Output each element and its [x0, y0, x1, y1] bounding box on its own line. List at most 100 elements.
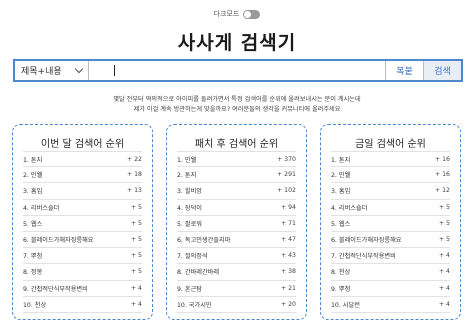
keyword-count: + 13 — [126, 187, 142, 195]
ranking-row[interactable]: 1. 톤지 + 22 — [23, 151, 142, 168]
keyword-label: 4. 장덕이 — [177, 204, 202, 212]
ranking-row[interactable]: 2. 민웰 + 16 — [331, 167, 450, 184]
keyword-count: + 94 — [280, 203, 296, 211]
keyword-count: + 21 — [280, 284, 296, 292]
search-input[interactable] — [89, 61, 385, 80]
keyword-label: 3. 힐비앙 — [177, 188, 202, 196]
keyword-count: + 5 — [438, 236, 450, 244]
ranking-row[interactable]: 6. 독고민생간들지마 + 47 — [177, 232, 296, 249]
chevron-down-icon — [74, 64, 84, 74]
keyword-label: 5. 웹스 — [331, 220, 351, 228]
search-button[interactable]: 검색 — [423, 61, 461, 80]
keyword-label: 6. 블레이드가해자징릉해요 — [331, 237, 402, 245]
keyword-count: + 370 — [277, 155, 296, 163]
keyword-label: 2. 민웰 — [23, 172, 43, 180]
keyword-count: + 291 — [277, 171, 296, 179]
keyword-label: 3. 홈입 — [23, 188, 43, 196]
ranking-row[interactable]: 1. 민웰 + 370 — [177, 151, 296, 168]
keyword-label: 10. 천상 — [23, 301, 47, 309]
keyword-count: + 5 — [438, 219, 450, 227]
ranking-row[interactable]: 4. 장덕이 + 94 — [177, 200, 296, 216]
keyword-count: + 16 — [434, 171, 450, 179]
page-title: 사사게 검색기 — [177, 32, 297, 54]
ranking-row[interactable]: 7. 절의정석 + 43 — [177, 248, 296, 265]
keyword-count: + 4 — [438, 252, 450, 260]
ranking-row[interactable]: 4. 리버스숄더 + 5 — [23, 200, 142, 216]
keyword-count: + 4 — [438, 300, 450, 308]
ranking-row[interactable]: 3. 홈입 + 12 — [331, 183, 450, 200]
keyword-count: + 5 — [438, 203, 450, 211]
ranking-row[interactable]: 2. 톤지 + 291 — [177, 167, 296, 184]
keyword-label: 1. 톤지 — [23, 156, 43, 164]
ranking-row[interactable]: 8. 정봉 + 5 — [23, 264, 142, 281]
ranking-row[interactable]: 7. 간첩적단식부작용변비 + 4 — [331, 248, 450, 265]
notice-line-1: 몇달 전부터 떡의적으로 아이피를 돌려가면서 특정 검색어를 순위에 올려보내… — [113, 96, 361, 103]
ranking-row[interactable]: 9. 간첩적단식부작용변비 + 4 — [23, 281, 142, 297]
keyword-label: 8. 간바레간바레 — [177, 269, 220, 277]
keyword-label: 1. 민웰 — [177, 156, 197, 164]
ranking-row[interactable]: 5. 웹스 + 5 — [331, 216, 450, 232]
ranking-row[interactable]: 7. 뿌청 + 5 — [23, 248, 142, 265]
keyword-count: + 5 — [130, 219, 142, 227]
ranking-row[interactable]: 1. 톤지 + 16 — [331, 151, 450, 168]
search-scope-value: 제목+내용 — [21, 67, 62, 77]
ranking-row[interactable]: 9. 혼근탐 + 21 — [177, 281, 296, 297]
keyword-count: + 5 — [130, 252, 142, 260]
text-caret — [114, 65, 115, 76]
keyword-label: 5. 팔로워 — [177, 220, 202, 228]
ranking-row[interactable]: 6. 블레이드가해자징릉해요 + 5 — [23, 232, 142, 249]
keyword-label: 8. 정봉 — [23, 269, 43, 277]
keyword-count: + 4 — [130, 284, 142, 292]
panel-title: 금일 검색어 순위 — [355, 139, 426, 150]
ranking-row[interactable]: 3. 홈입 + 13 — [23, 183, 142, 200]
keyword-count: + 4 — [130, 300, 142, 308]
keyword-label: 8. 천상 — [331, 269, 351, 277]
keyword-count: + 20 — [280, 300, 296, 308]
ranking-row[interactable]: 8. 간바레간바레 + 38 — [177, 264, 296, 281]
keyword-count: + 18 — [126, 171, 142, 179]
keyword-count: + 102 — [277, 187, 296, 195]
ranking-row[interactable]: 3. 힐비앙 + 102 — [177, 183, 296, 200]
keyword-count: + 22 — [126, 155, 142, 163]
keyword-label: 4. 리버스숄더 — [23, 204, 60, 212]
ranking-row[interactable]: 10. 천상 + 4 — [23, 297, 142, 313]
panel-title: 패치 후 검색어 순위 — [194, 139, 279, 150]
keyword-count: + 12 — [434, 187, 450, 195]
notice-text: 몇달 전부터 떡의적으로 아이피를 돌려가면서 특정 검색어를 순위에 올려보내… — [0, 95, 474, 115]
keyword-label: 10. 시달런 — [331, 301, 360, 309]
ranking-row[interactable]: 10. 시달런 + 4 — [331, 297, 450, 313]
ranking-row[interactable]: 5. 팔로워 + 71 — [177, 216, 296, 232]
ranking-row[interactable]: 6. 블레이드가해자징릉해요 + 5 — [331, 232, 450, 249]
keyword-label: 9. 혼근탐 — [177, 285, 202, 293]
dark-mode-toggle-group: 다크모드 — [0, 9, 474, 19]
keyword-label: 2. 톤지 — [177, 172, 197, 180]
keyword-count: + 71 — [280, 219, 296, 227]
keyword-count: + 5 — [130, 203, 142, 211]
keyword-label: 3. 홈입 — [331, 188, 351, 196]
keyword-count: + 4 — [438, 268, 450, 276]
search-bar: 제목+내용 복붙 검색 — [13, 59, 463, 82]
dark-mode-switch[interactable] — [243, 9, 261, 19]
keyword-label: 10. 국가시민 — [177, 301, 212, 309]
keyword-label: 9. 뿌청 — [331, 285, 351, 293]
ranking-panel-after-patch: 패치 후 검색어 순위 1. 민웰 + 370 2. 톤지 + 291 3. 힐비앙… — [166, 124, 307, 320]
keyword-label: 4. 리버스숄더 — [331, 204, 368, 212]
ranking-list: 1. 톤지 + 16 2. 민웰 + 16 3. 홈입 + 12 4. 리버스숄더 + … — [331, 151, 450, 313]
keyword-count: + 4 — [438, 284, 450, 292]
ranking-row[interactable]: 8. 천상 + 4 — [331, 264, 450, 281]
ranking-row[interactable]: 4. 리버스숄더 + 5 — [331, 200, 450, 216]
ranking-row[interactable]: 9. 뿌청 + 4 — [331, 281, 450, 297]
keyword-count: + 43 — [280, 252, 296, 260]
keyword-label: 6. 독고민생간들지마 — [177, 237, 231, 245]
keyword-label: 7. 절의정석 — [177, 253, 208, 261]
ranking-row[interactable]: 2. 민웰 + 18 — [23, 167, 142, 184]
keyword-count: + 5 — [130, 236, 142, 244]
search-scope-select[interactable]: 제목+내용 — [15, 61, 89, 80]
ranking-row[interactable]: 5. 웹스 + 5 — [23, 216, 142, 232]
keyword-label: 7. 간첩적단식부작용변비 — [331, 253, 396, 261]
ranking-row[interactable]: 10. 국가시민 + 20 — [177, 297, 296, 313]
keyword-count: + 38 — [280, 268, 296, 276]
notice-line-2: 제가 이걸 계속 방관하는게 맞을까요? 여러분들의 생각을 커뮤니티에 올려주… — [133, 106, 341, 113]
paste-button[interactable]: 복붙 — [385, 61, 423, 80]
dark-mode-label: 다크모드 — [213, 10, 240, 18]
